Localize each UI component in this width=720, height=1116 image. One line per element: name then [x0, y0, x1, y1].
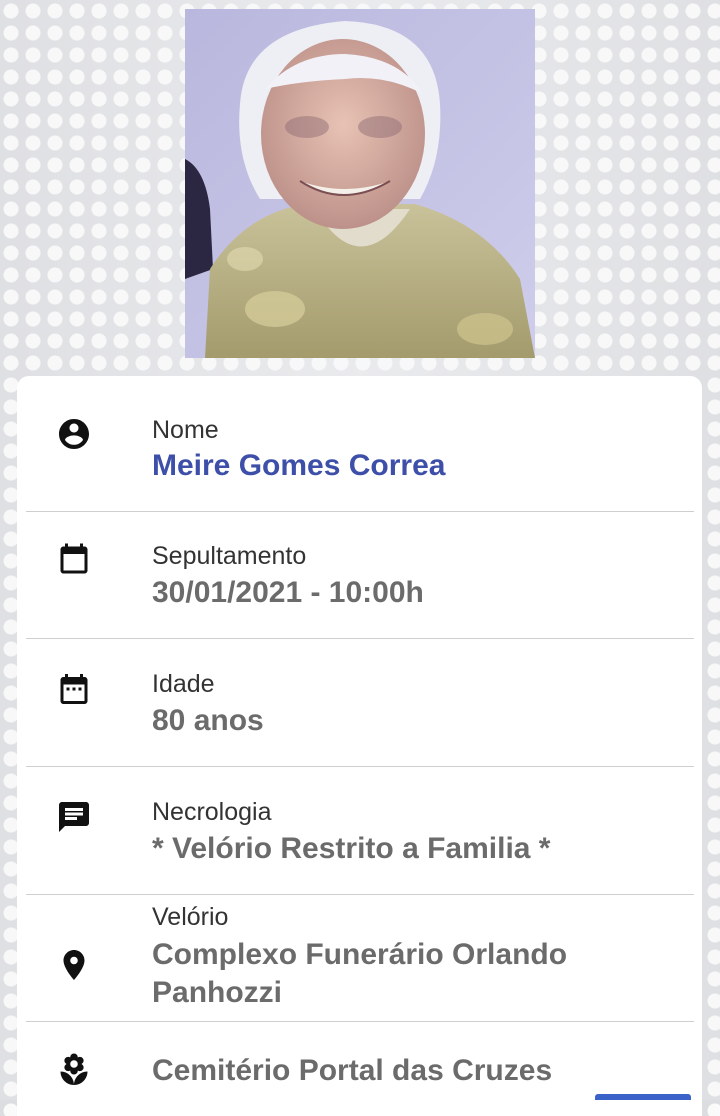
obituary-note: * Velório Restrito a Familia * [152, 832, 551, 865]
cemetery-name: Cemitério Portal das Cruzes [152, 1054, 553, 1087]
age-value: 80 anos [152, 704, 264, 737]
calendar-dots-icon [56, 671, 92, 707]
field-label: Idade [152, 670, 215, 698]
message-icon [56, 799, 92, 835]
deceased-name: Meire Gomes Correa [152, 449, 446, 482]
field-label: Nome [152, 416, 219, 444]
field-row-necrologia: Necrologia * Velório Restrito a Familia … [26, 767, 694, 895]
field-row-idade: Idade 80 anos [26, 639, 694, 767]
field-row-sepultamento: Sepultamento 30/01/2021 - 10:00h [26, 512, 694, 639]
calendar-icon [56, 542, 92, 578]
bottom-action-tab[interactable] [595, 1094, 691, 1100]
field-row-nome: Nome Meire Gomes Correa [26, 376, 694, 512]
field-row-cemiterio: Cemitério Portal das Cruzes [26, 1022, 694, 1116]
info-card: Nome Meire Gomes Correa Sepultamento 30/… [17, 376, 702, 1116]
field-label: Velório [152, 903, 229, 931]
account-circle-icon [56, 416, 92, 452]
flower-icon [56, 1052, 92, 1088]
field-label: Sepultamento [152, 542, 307, 570]
field-label: Necrologia [152, 798, 272, 826]
location-pin-icon [56, 947, 92, 983]
field-row-velorio: Velório Complexo Funerário Orlando Panho… [26, 895, 694, 1022]
wake-location: Complexo Funerário Orlando Panhozzi [152, 938, 568, 1009]
profile-photo [185, 9, 535, 358]
burial-datetime: 30/01/2021 - 10:00h [152, 576, 424, 609]
